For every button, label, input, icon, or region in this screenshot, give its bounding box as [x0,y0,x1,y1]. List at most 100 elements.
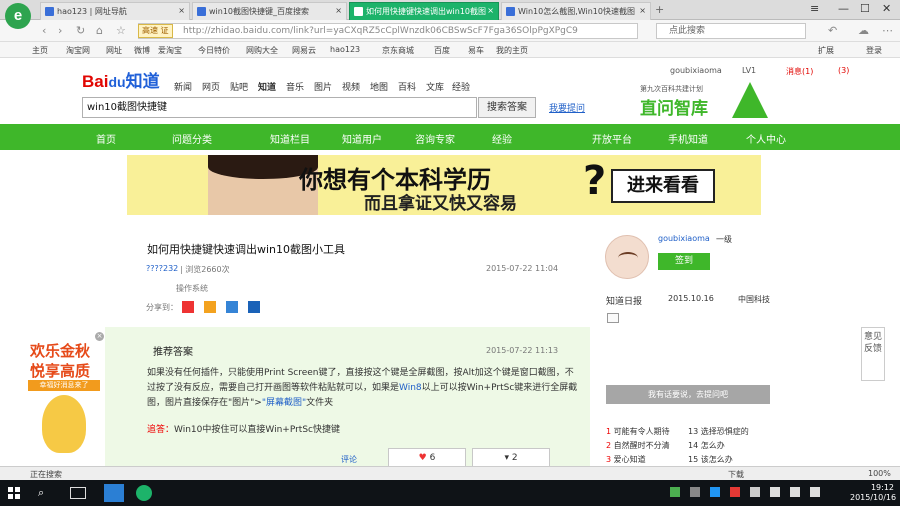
comment-link[interactable]: 评论 [341,454,357,465]
search-answer-button[interactable]: 搜索答案 [478,97,536,118]
rank-item[interactable]: 2 自然醒时不分清 [606,440,670,451]
bookmark-item[interactable]: 网易云 [292,45,316,56]
mainnav-columns[interactable]: 知道栏目 [270,131,310,146]
feedback-button[interactable]: 意见反馈 [861,327,885,381]
nav-web[interactable]: 网页 [202,80,220,93]
security-badge[interactable]: 高速 证 [138,24,173,38]
question-category[interactable]: 操作系统 [176,283,208,294]
tray-icon[interactable] [670,487,680,497]
bookmark-item[interactable]: 爱淘宝 [158,45,182,56]
nav-wenku[interactable]: 文库 [426,80,444,93]
asker-name[interactable]: ????232 [146,264,178,273]
undo-icon[interactable]: ↶ [828,24,837,37]
taskbar-browser-icon[interactable] [136,485,152,501]
bookmark-item[interactable]: 主页 [32,45,48,56]
rank-item[interactable]: 14 怎么办 [688,440,725,451]
extensions-button[interactable]: 扩展 [818,45,834,56]
tab-baidu-search[interactable]: win10截图快捷键_百度搜索 × [192,2,347,20]
downloads-button[interactable]: 下载 [728,469,744,480]
mainnav-mobile[interactable]: 手机知道 [668,131,708,146]
refresh-icon[interactable]: ↻ [76,24,85,37]
network-icon[interactable] [770,487,780,497]
banner-ad[interactable]: 你想有个本科学历 而且拿证又快又容易 ? 进来看看 [127,155,761,215]
bookmark-item[interactable]: hao123 [330,45,360,54]
rank-item[interactable]: 15 该怎么办 [688,454,733,465]
maximize-icon[interactable]: ☐ [860,2,870,15]
home-icon[interactable]: ⌂ [96,24,103,37]
tab-close-icon[interactable]: × [639,6,646,15]
windows-start-icon[interactable] [8,487,20,499]
promo-title[interactable]: 直问智库 [640,94,708,119]
bookmark-item[interactable]: 易车 [468,45,484,56]
left-ad-button[interactable]: 幸福好消息来了 [28,380,100,391]
forward-icon[interactable]: › [58,24,62,37]
nav-zhidao[interactable]: 知道 [258,80,276,93]
user-name[interactable]: goubixiaoma [670,66,722,75]
tab-close-icon[interactable]: × [335,6,342,15]
search-icon[interactable]: ⌕ [38,484,58,502]
share-tencent-icon[interactable] [226,301,238,313]
share-qzone-icon[interactable] [204,301,216,313]
mainnav-open-platform[interactable]: 开放平台 [592,131,632,146]
upvote-button[interactable]: ♥ 6 [388,448,466,468]
taskbar-clock[interactable]: 19:12 2015/10/16 [850,483,896,503]
zhidao-search-input[interactable]: win10截图快捷键 [82,97,477,118]
bookmark-item[interactable]: 京东商城 [382,45,414,56]
close-window-icon[interactable]: ✕ [882,2,891,15]
nav-images[interactable]: 图片 [314,80,332,93]
taskbar-app-icon[interactable] [104,484,124,502]
nav-tieba[interactable]: 贴吧 [230,80,248,93]
nav-baike[interactable]: 百科 [398,80,416,93]
tab-close-icon[interactable]: × [487,6,494,15]
mainnav-categories[interactable]: 问题分类 [172,131,212,146]
star-icon[interactable]: ☆ [116,24,126,37]
bookmark-item[interactable]: 百度 [434,45,450,56]
sidebar-username[interactable]: goubixiaoma [658,234,710,243]
back-icon[interactable]: ‹ [42,24,46,37]
nav-video[interactable]: 视频 [342,80,360,93]
mainnav-experts[interactable]: 咨询专家 [415,131,455,146]
tab-hao123[interactable]: hao123 | 网址导航 × [40,2,190,20]
bookmark-item[interactable]: 网购大全 [246,45,278,56]
volume-icon[interactable] [790,487,800,497]
ask-question-link[interactable]: 我要提问 [549,101,585,114]
bookmark-item[interactable]: 我的主页 [496,45,528,56]
more-icon[interactable]: ⋯ [882,24,893,37]
ad-cta-button[interactable]: 进来看看 [611,169,715,203]
menu-icon[interactable]: ≡ [810,2,819,15]
tray-icon[interactable] [710,487,720,497]
sign-in-button[interactable]: 签到 [658,253,710,270]
mainnav-experience[interactable]: 经验 [492,131,512,146]
zoom-level[interactable]: 100% [868,469,891,478]
rank-item[interactable]: 13 选择恐惧症的 [688,426,749,437]
mainnav-users[interactable]: 知道用户 [342,131,382,146]
mainnav-profile[interactable]: 个人中心 [746,131,786,146]
ask-question-button[interactable]: 我有话要说，去提问吧 [606,385,770,404]
share-weibo-icon[interactable] [182,301,194,313]
nav-music[interactable]: 音乐 [286,80,304,93]
nav-news[interactable]: 新闻 [174,80,192,93]
nav-map[interactable]: 地图 [370,80,388,93]
share-renren-icon[interactable] [248,301,260,313]
bookmark-item[interactable]: 今日特价 [198,45,230,56]
bookmark-item[interactable]: 网址 [106,45,122,56]
messages-link[interactable]: 消息(1) [786,66,813,77]
tray-icon[interactable] [750,487,760,497]
tab-win10-screenshot[interactable]: Win10怎么截图,Win10快速截图 × [501,2,651,20]
tray-icon[interactable] [730,487,740,497]
new-tab-icon[interactable]: + [655,3,664,16]
rank-item[interactable]: 3 爱心知道 [606,454,646,465]
rank-item[interactable]: 1 可能有令人期待 [606,426,670,437]
tray-icon[interactable] [690,487,700,497]
task-view-icon[interactable] [70,487,86,499]
daily-more-link[interactable]: 中国科技 [738,294,770,305]
tab-close-icon[interactable]: × [178,6,185,15]
bookmark-item[interactable]: 淘宝网 [66,45,90,56]
baidu-zhidao-logo[interactable]: Baidu知道 [82,67,160,92]
browser-logo[interactable]: e [5,3,31,29]
mainnav-home[interactable]: 首页 [96,131,116,146]
avatar[interactable] [605,235,649,279]
browser-search-input[interactable]: 点此搜索 [656,23,806,39]
login-button[interactable]: 登录 [866,45,882,56]
cloud-icon[interactable]: ☁ [858,24,869,37]
